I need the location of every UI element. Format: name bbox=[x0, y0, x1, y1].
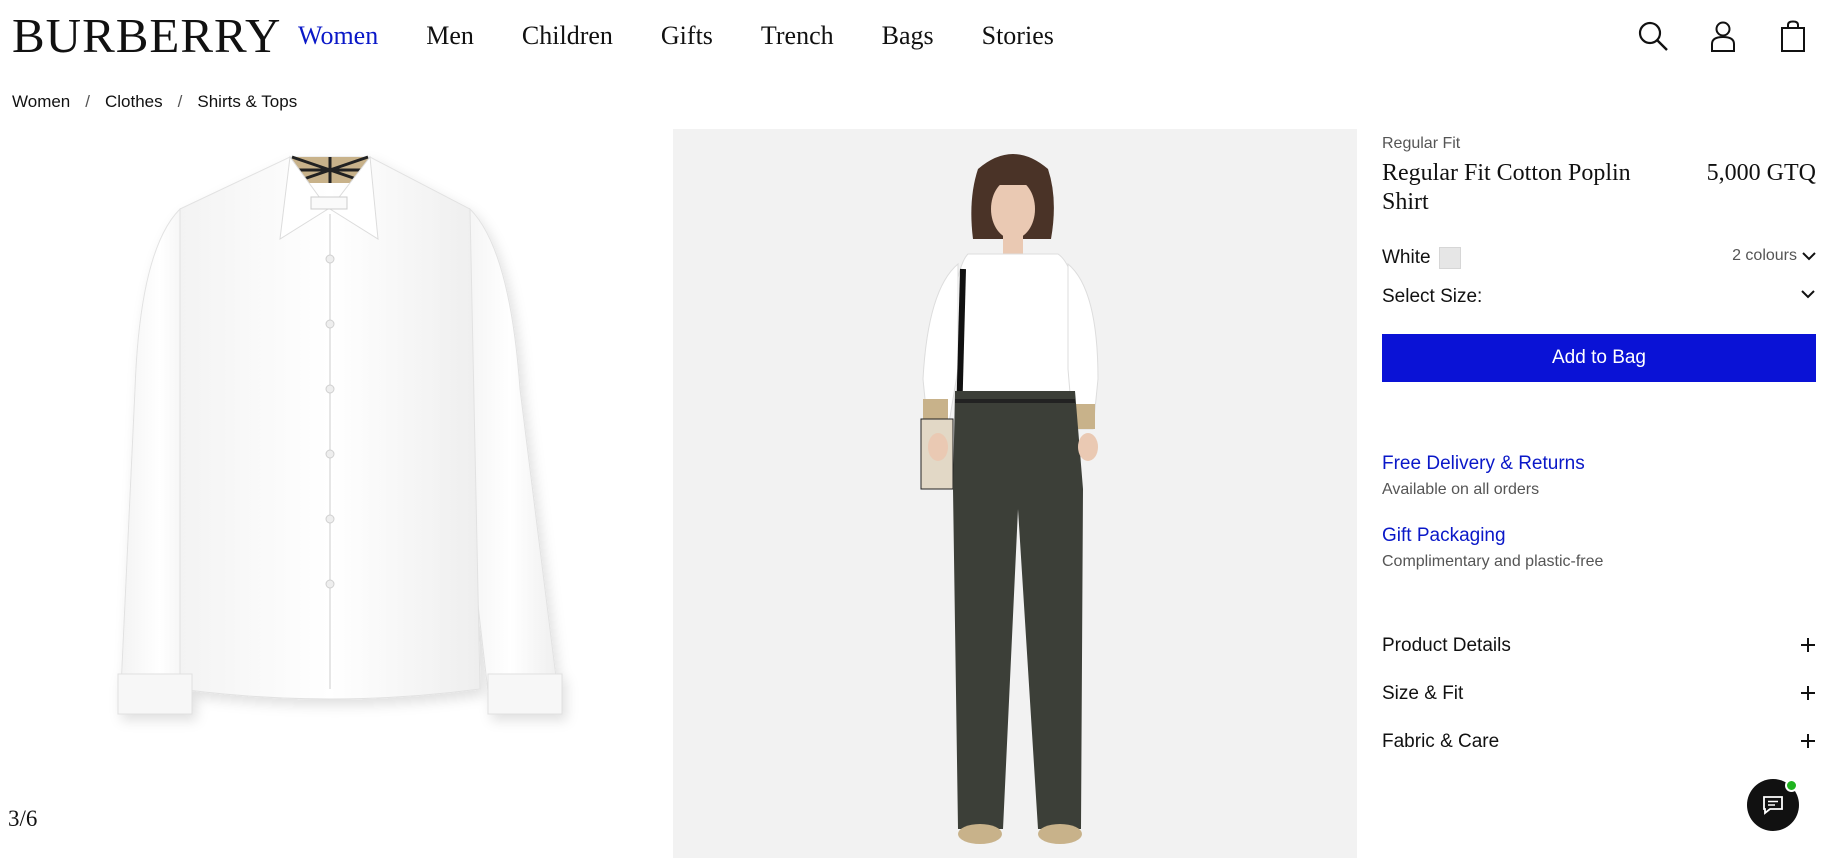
breadcrumb-separator: / bbox=[177, 92, 183, 111]
chevron-down-icon bbox=[1802, 252, 1816, 261]
breadcrumb-women[interactable]: Women bbox=[12, 92, 70, 112]
chat-button[interactable] bbox=[1747, 779, 1799, 831]
service-gift-link[interactable]: Gift Packaging bbox=[1382, 525, 1603, 547]
main-nav: Women Men Children Gifts Trench Bags Sto… bbox=[298, 18, 1102, 54]
service-delivery-subtitle: Available on all orders bbox=[1382, 481, 1540, 498]
search-icon[interactable] bbox=[1635, 18, 1671, 54]
service-gift-subtitle: Complimentary and plastic-free bbox=[1382, 553, 1604, 570]
colour-name: White bbox=[1382, 247, 1431, 268]
add-to-bag-button[interactable]: Add to Bag bbox=[1382, 334, 1816, 382]
size-selector-label: Select Size: bbox=[1382, 286, 1483, 307]
colour-row: White 2 colours bbox=[1382, 245, 1816, 271]
chat-icon bbox=[1763, 796, 1783, 815]
product-price: 5,000 GTQ bbox=[1706, 160, 1816, 186]
plus-icon bbox=[1801, 638, 1815, 652]
colours-toggle[interactable]: 2 colours bbox=[1732, 247, 1816, 265]
breadcrumb-shirts-tops[interactable]: Shirts & Tops bbox=[197, 92, 297, 112]
header-actions bbox=[1635, 18, 1811, 54]
accordion-product-details[interactable]: Product Details bbox=[1382, 631, 1816, 661]
service-delivery-link[interactable]: Free Delivery & Returns bbox=[1382, 453, 1585, 475]
online-status-dot bbox=[1785, 779, 1798, 792]
accordion-label: Fabric & Care bbox=[1382, 731, 1500, 752]
plus-icon bbox=[1801, 734, 1815, 748]
breadcrumb: Women / Clothes / Shirts & Tops bbox=[12, 92, 297, 112]
nav-item-men[interactable]: Men bbox=[426, 18, 474, 54]
site-header: BURBERRY Women Men Children Gifts Trench… bbox=[0, 0, 1829, 72]
product-title: Regular Fit Cotton Poplin Shirt bbox=[1382, 160, 1631, 215]
nav-item-gifts[interactable]: Gifts bbox=[661, 18, 713, 54]
gallery-counter: 3/6 bbox=[8, 806, 38, 831]
accordion-fabric-care[interactable]: Fabric & Care bbox=[1382, 727, 1816, 757]
breadcrumb-separator: / bbox=[85, 92, 90, 111]
breadcrumb-clothes[interactable]: Clothes bbox=[105, 92, 163, 112]
service-delivery: Free Delivery & Returns Available on all… bbox=[1382, 453, 1585, 499]
nav-item-women[interactable]: Women bbox=[298, 18, 378, 54]
chevron-down-icon bbox=[1801, 290, 1815, 299]
plus-icon bbox=[1801, 686, 1815, 700]
size-selector[interactable]: Select Size: bbox=[1382, 284, 1816, 310]
accordion-label: Product Details bbox=[1382, 635, 1511, 656]
service-gift: Gift Packaging Complimentary and plastic… bbox=[1382, 525, 1603, 571]
model-product-image[interactable] bbox=[673, 129, 1357, 858]
nav-item-stories[interactable]: Stories bbox=[982, 18, 1054, 54]
bag-icon[interactable] bbox=[1775, 18, 1811, 54]
account-icon[interactable] bbox=[1705, 18, 1741, 54]
accordion-label: Size & Fit bbox=[1382, 683, 1464, 704]
accordion-size-fit[interactable]: Size & Fit bbox=[1382, 679, 1816, 709]
nav-item-children[interactable]: Children bbox=[522, 18, 613, 54]
brand-logo[interactable]: BURBERRY bbox=[12, 10, 281, 62]
nav-item-trench[interactable]: Trench bbox=[761, 18, 834, 54]
nav-item-bags[interactable]: Bags bbox=[882, 18, 934, 54]
product-fit-label: Regular Fit bbox=[1382, 135, 1461, 152]
colour-swatch-white[interactable] bbox=[1438, 247, 1461, 269]
shirt-product-image[interactable] bbox=[0, 129, 673, 858]
colours-toggle-label: 2 colours bbox=[1732, 247, 1797, 264]
